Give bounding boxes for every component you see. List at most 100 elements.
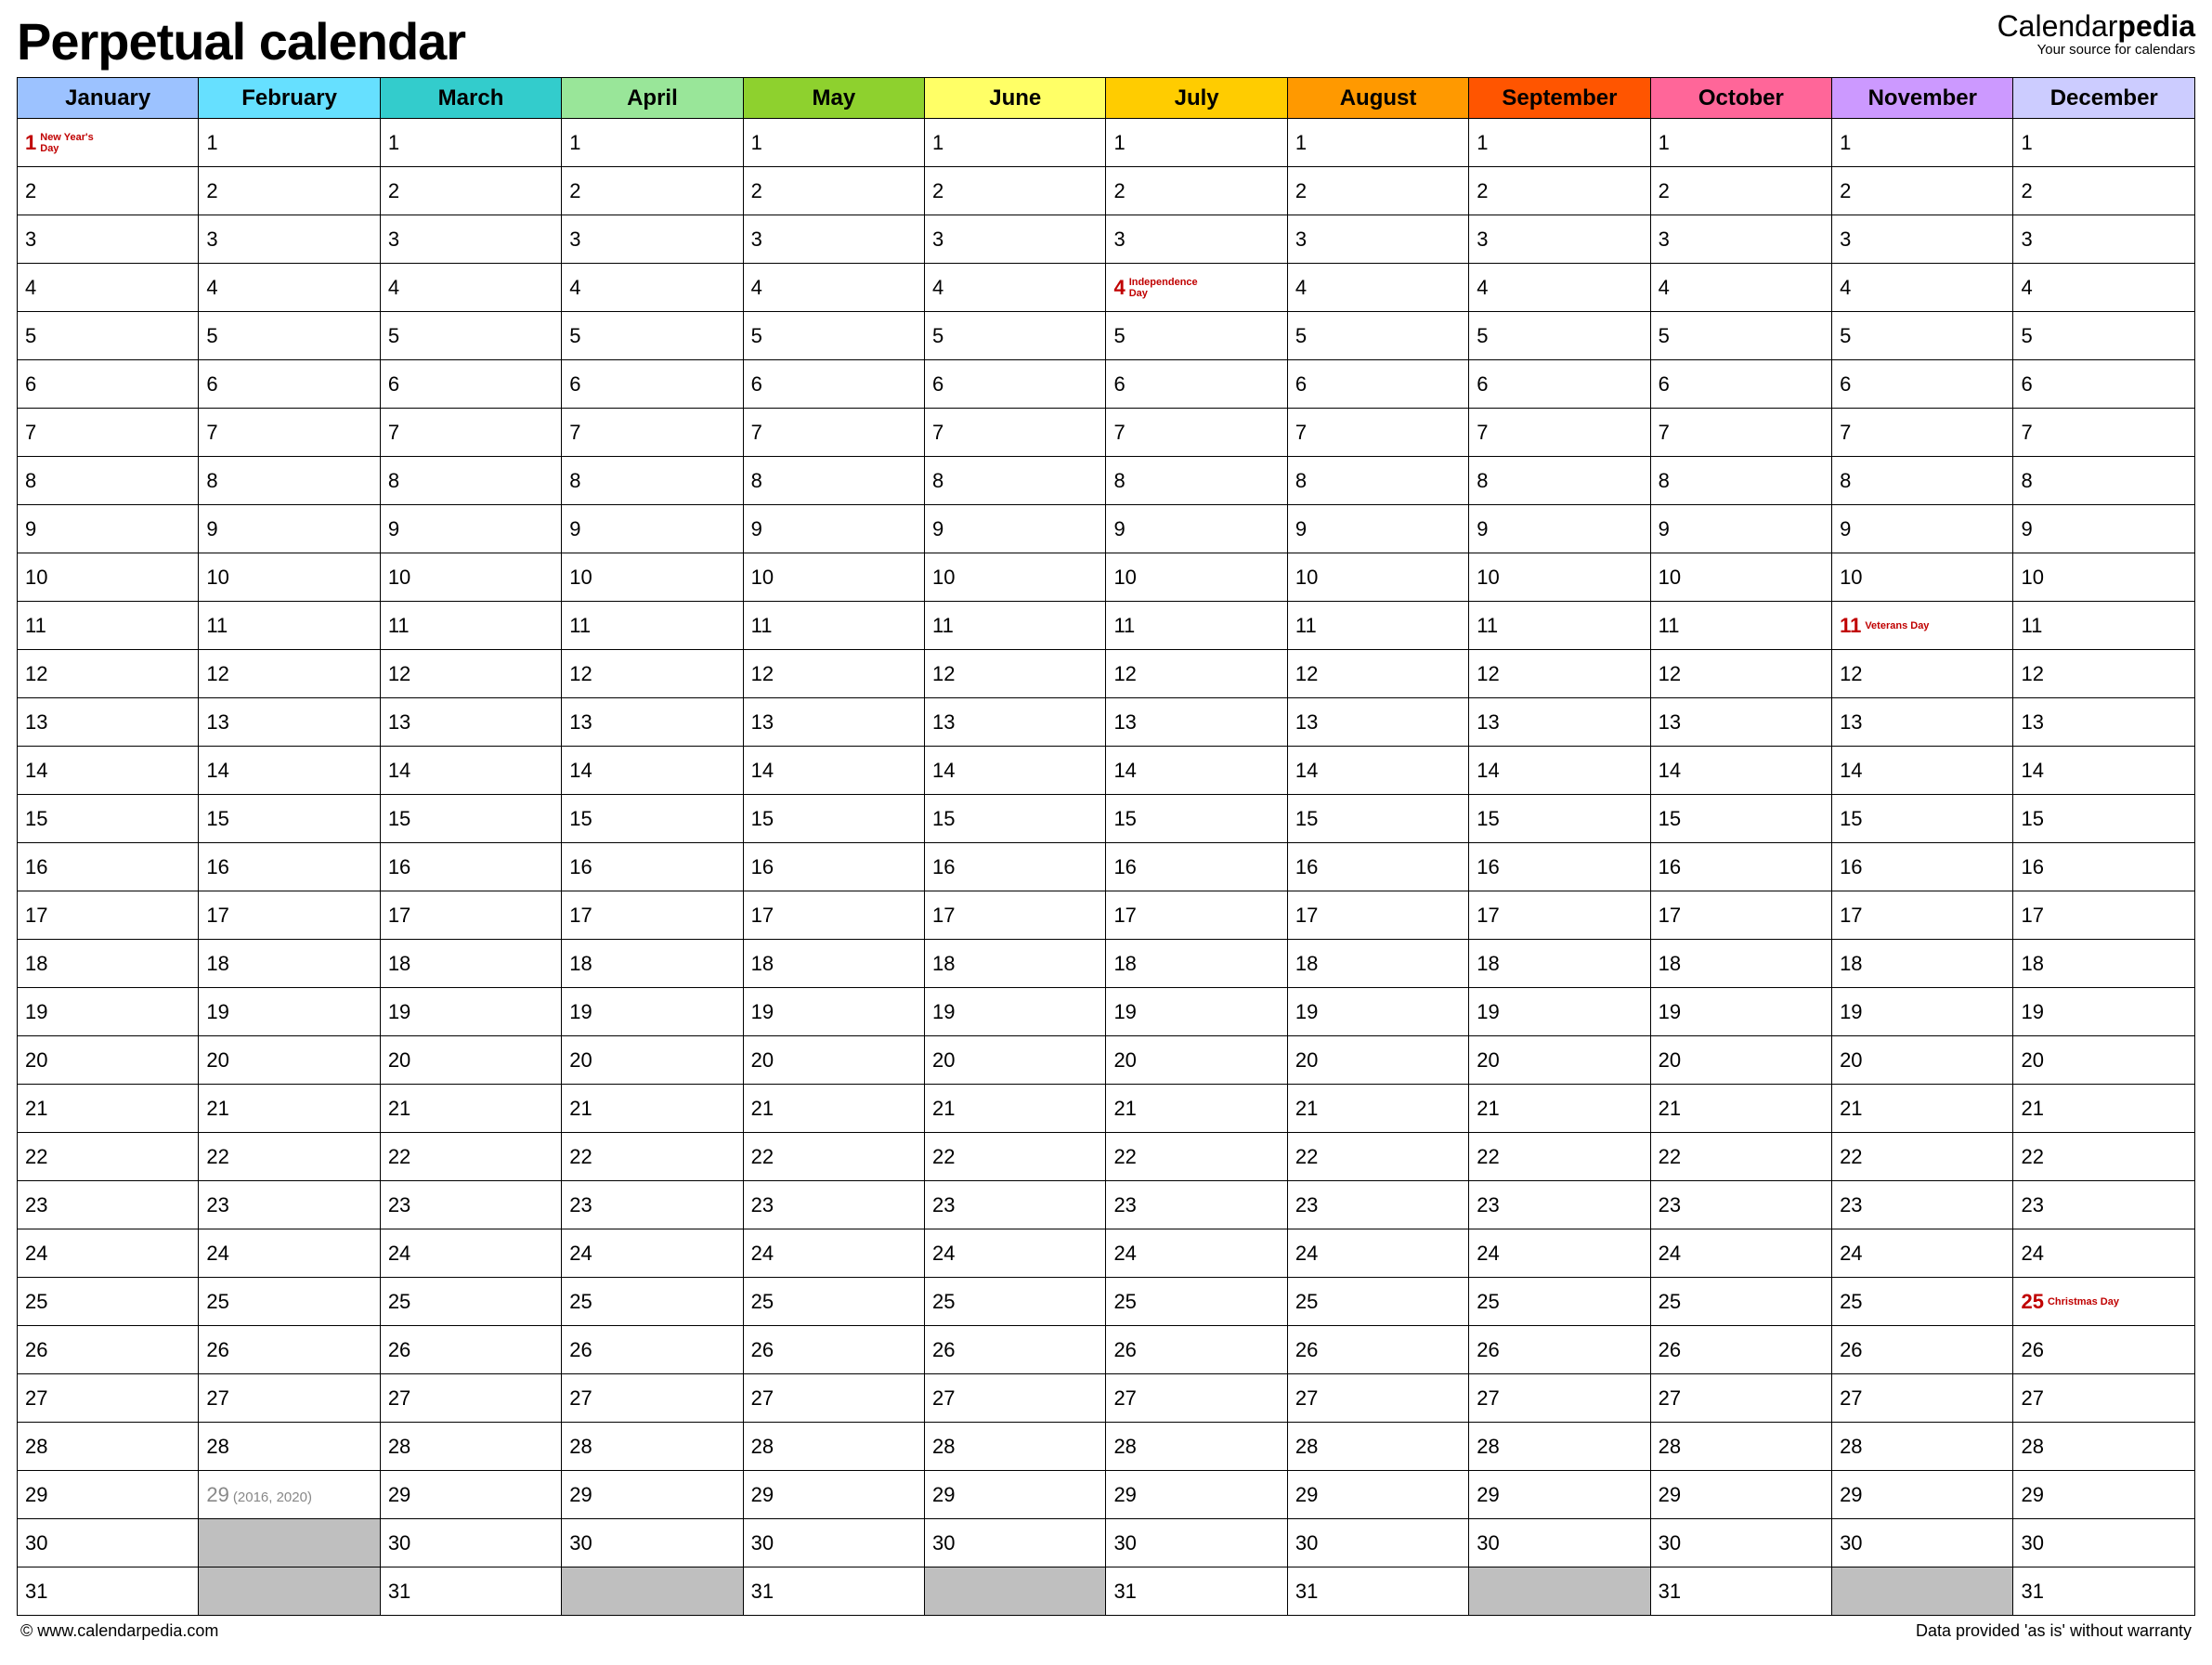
day-cell: 19 xyxy=(1287,988,1468,1036)
day-number: 1 xyxy=(2021,131,2032,155)
day-number: 1 xyxy=(751,131,762,155)
day-number: 28 xyxy=(1295,1435,1318,1459)
day-cell: 6 xyxy=(1650,360,1831,409)
day-row: 151515151515151515151515 xyxy=(18,795,2195,843)
day-number: 15 xyxy=(751,807,774,831)
day-number: 28 xyxy=(1840,1435,1862,1459)
day-number: 2 xyxy=(932,179,943,203)
day-cell: 2 xyxy=(18,167,199,215)
day-row: 333333333333 xyxy=(18,215,2195,264)
day-number: 4 xyxy=(1295,276,1307,300)
day-cell: 7 xyxy=(925,409,1106,457)
day-cell: 21 xyxy=(1469,1085,1650,1133)
day-cell: 13 xyxy=(2013,698,2195,747)
day-cell: 20 xyxy=(1287,1036,1468,1085)
day-cell: 20 xyxy=(199,1036,380,1085)
day-cell: 5 xyxy=(1650,312,1831,360)
day-cell: 31 xyxy=(1106,1567,1287,1616)
day-cell: 16 xyxy=(1287,843,1468,891)
day-number: 15 xyxy=(932,807,955,831)
day-cell: 29 xyxy=(562,1471,743,1519)
day-number: 14 xyxy=(1295,759,1318,783)
day-cell: 27 xyxy=(1469,1374,1650,1423)
day-cell: 29 xyxy=(743,1471,924,1519)
day-cell: 11 xyxy=(18,602,199,650)
day-row: 30 30303030303030303030 xyxy=(18,1519,2195,1567)
day-cell: 18 xyxy=(199,940,380,988)
day-cell: 11 xyxy=(925,602,1106,650)
day-number: 29 xyxy=(1477,1483,1499,1507)
day-number: 3 xyxy=(1659,228,1670,252)
holiday-label: New Year's Day xyxy=(40,133,114,154)
day-cell: 27 xyxy=(380,1374,561,1423)
day-cell: 2 xyxy=(1106,167,1287,215)
day-cell: 25 xyxy=(743,1278,924,1326)
day-number: 6 xyxy=(25,372,36,397)
day-cell: 7 xyxy=(743,409,924,457)
day-cell: 2 xyxy=(1287,167,1468,215)
day-number: 22 xyxy=(1295,1145,1318,1169)
day-number: 9 xyxy=(1113,517,1125,541)
day-cell: 20 xyxy=(562,1036,743,1085)
day-cell: 21 xyxy=(1650,1085,1831,1133)
holiday-label: Christmas Day xyxy=(2048,1297,2119,1308)
day-cell: 5 xyxy=(2013,312,2195,360)
month-header: September xyxy=(1469,78,1650,119)
day-number: 25 xyxy=(1113,1290,1136,1314)
day-cell: 21 xyxy=(743,1085,924,1133)
day-number: 24 xyxy=(1840,1242,1862,1266)
day-number: 16 xyxy=(25,855,47,879)
day-number: 17 xyxy=(2021,904,2043,928)
day-cell: 16 xyxy=(18,843,199,891)
day-cell: 9 xyxy=(743,505,924,553)
day-cell: 7 xyxy=(2013,409,2195,457)
day-number: 29 xyxy=(932,1483,955,1507)
day-number: 13 xyxy=(1840,710,1862,735)
day-cell: 18 xyxy=(18,940,199,988)
day-cell: 1 xyxy=(1106,119,1287,167)
day-cell: 6 xyxy=(743,360,924,409)
day-number: 14 xyxy=(1659,759,1681,783)
day-number: 6 xyxy=(1113,372,1125,397)
day-number: 18 xyxy=(1477,952,1499,976)
day-number: 15 xyxy=(2021,807,2043,831)
day-cell: 20 xyxy=(1106,1036,1287,1085)
day-number: 28 xyxy=(932,1435,955,1459)
day-number: 26 xyxy=(932,1338,955,1362)
day-cell: 16 xyxy=(380,843,561,891)
day-cell: 2 xyxy=(925,167,1106,215)
day-cell: 3 xyxy=(199,215,380,264)
day-cell: 21 xyxy=(562,1085,743,1133)
day-cell: 29 xyxy=(1832,1471,2013,1519)
day-number: 20 xyxy=(25,1048,47,1073)
day-cell: 19 xyxy=(199,988,380,1036)
day-number: 20 xyxy=(2021,1048,2043,1073)
day-number: 20 xyxy=(569,1048,592,1073)
day-cell: 7 xyxy=(380,409,561,457)
day-cell: 9 xyxy=(1832,505,2013,553)
day-number: 26 xyxy=(388,1338,410,1362)
day-number: 23 xyxy=(25,1193,47,1217)
day-number: 8 xyxy=(1295,469,1307,493)
month-header: December xyxy=(2013,78,2195,119)
day-cell: 12 xyxy=(1106,650,1287,698)
day-number: 10 xyxy=(2021,566,2043,590)
day-row: 777777777777 xyxy=(18,409,2195,457)
day-number: 4 xyxy=(25,276,36,300)
day-number: 3 xyxy=(932,228,943,252)
day-cell: 1 xyxy=(1650,119,1831,167)
day-number: 3 xyxy=(2021,228,2032,252)
day-number: 4 xyxy=(1840,276,1851,300)
day-cell: 6 xyxy=(925,360,1106,409)
blank-cell xyxy=(199,1519,380,1567)
day-cell: 22 xyxy=(1832,1133,2013,1181)
day-cell: 1 xyxy=(2013,119,2195,167)
day-cell: 29 xyxy=(1287,1471,1468,1519)
day-cell: 25 xyxy=(1650,1278,1831,1326)
day-cell: 21 xyxy=(925,1085,1106,1133)
day-number: 3 xyxy=(1477,228,1488,252)
day-number: 20 xyxy=(1659,1048,1681,1073)
blank-cell xyxy=(562,1567,743,1616)
day-cell: 1 xyxy=(199,119,380,167)
day-row: 131313131313131313131313 xyxy=(18,698,2195,747)
